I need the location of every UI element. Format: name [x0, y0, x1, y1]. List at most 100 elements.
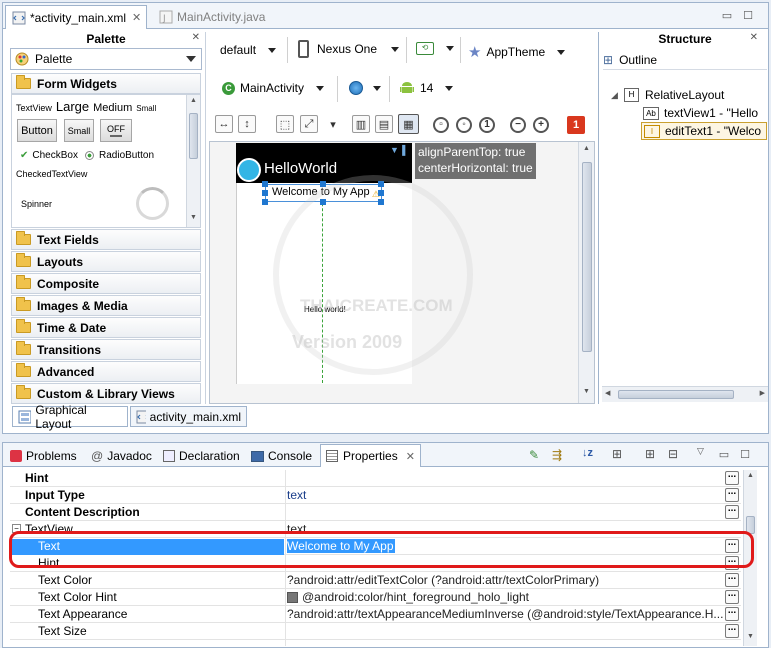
more-button[interactable]: ... [725, 572, 739, 587]
config-dropdown[interactable]: default [220, 43, 277, 57]
widget-checkedtextview[interactable]: CheckedTextView [16, 169, 87, 179]
scroll-right-icon[interactable]: ▶ [760, 389, 765, 397]
view-menu-icon[interactable]: ▽ [697, 446, 704, 457]
margins-icon[interactable]: ⬚ [276, 115, 294, 133]
close-icon[interactable]: ✕ [406, 450, 415, 463]
property-value[interactable]: text [287, 488, 725, 502]
tree-node-edittext1[interactable]: I editText1 - "Welco [641, 122, 767, 140]
widget-small-text[interactable]: Small [136, 104, 156, 113]
sort-icon[interactable]: ↓z [582, 447, 593, 459]
tab-graphical-layout[interactable]: Graphical Layout [12, 403, 128, 431]
scroll-down-icon[interactable]: ▼ [747, 633, 754, 640]
resize-handle[interactable] [262, 190, 268, 196]
scroll-down-icon[interactable]: ▼ [583, 388, 590, 395]
property-row-text-size[interactable]: Text Size ... [10, 623, 741, 640]
tree-node-textview1[interactable]: Ab textView1 - "Hello [643, 106, 758, 120]
layout-preview-icon[interactable]: ▦ [398, 114, 419, 134]
widget-large-text[interactable]: Large [56, 99, 89, 114]
error-count-badge[interactable]: 1 [567, 116, 585, 134]
widget-button[interactable]: Button [17, 119, 57, 142]
property-value[interactable]: ?android:attr/textAppearanceMediumInvers… [287, 607, 725, 621]
maximize-icon[interactable]: ☐ [741, 9, 755, 23]
more-button[interactable]: ... [725, 606, 739, 621]
zoom-fit-icon[interactable]: ◦ [456, 117, 472, 133]
property-value[interactable]: @android:color/hint_foreground_holo_ligh… [287, 590, 725, 604]
scroll-up-icon[interactable]: ▲ [190, 97, 197, 104]
resize-handle[interactable] [262, 181, 268, 187]
fit-height-icon[interactable]: ↕ [238, 115, 256, 133]
layout-horizontal-icon[interactable]: ▥ [352, 115, 370, 133]
property-row-content-description[interactable]: Content Description ... [10, 504, 741, 521]
locale-dropdown[interactable] [349, 81, 381, 95]
scrollbar-thumb[interactable] [189, 113, 198, 159]
scroll-up-icon[interactable]: ▲ [583, 145, 590, 152]
palette-category-transitions[interactable]: Transitions [11, 339, 201, 360]
tab-mainactivity-java[interactable]: J MainActivity.java [153, 5, 273, 29]
property-value[interactable]: ?android:attr/editTextColor (?android:at… [287, 573, 725, 587]
widget-checkbox[interactable]: ✔ CheckBox [20, 150, 78, 161]
property-row-text-color-hint[interactable]: Text Color Hint @android:color/hint_fore… [10, 589, 741, 606]
collapse-all-icon[interactable]: ⊟ [668, 447, 678, 461]
palette-category-form-widgets[interactable]: Form Widgets [11, 73, 201, 94]
property-row-hint[interactable]: Hint ... [10, 470, 741, 487]
more-button[interactable]: ... [725, 623, 739, 638]
scroll-left-icon[interactable]: ◀ [605, 389, 610, 397]
close-icon[interactable]: ✕ [192, 32, 200, 43]
tree-node-relativelayout[interactable]: H RelativeLayout [624, 88, 724, 102]
more-button[interactable]: ... [725, 487, 739, 502]
orientation-dropdown[interactable]: ⟲ [416, 42, 454, 55]
zoom-out-icon[interactable]: − [510, 117, 526, 133]
scroll-up-icon[interactable]: ▲ [747, 472, 754, 479]
filter-icon[interactable]: ⇶ [552, 448, 562, 462]
maximize-icon[interactable]: ☐ [738, 448, 752, 462]
tab-console[interactable]: Console [251, 446, 312, 466]
property-row-text-color[interactable]: Text Color ?android:attr/editTextColor (… [10, 572, 741, 589]
widget-radiobutton[interactable]: RadioButton [85, 150, 154, 161]
show-advanced-icon[interactable]: ⊞ [612, 447, 622, 461]
widget-toggle-button[interactable]: OFF [100, 119, 132, 142]
palette-category-custom-library-views[interactable]: Custom & Library Views [11, 383, 201, 404]
property-row-text-appearance[interactable]: Text Appearance ?android:attr/textAppear… [10, 606, 741, 623]
property-row-input-type[interactable]: Input Type text ... [10, 487, 741, 504]
activity-dropdown[interactable]: C MainActivity [222, 81, 325, 95]
fit-width-icon[interactable]: ↔ [215, 115, 233, 133]
tree-collapse-icon[interactable]: ◢ [611, 90, 618, 101]
tab-javadoc[interactable]: @ Javadoc [91, 446, 152, 466]
tab-activity-main-xml[interactable]: *activity_main.xml ✕ [5, 5, 147, 29]
tab-properties[interactable]: Properties ✕ [320, 444, 421, 467]
scrollbar-thumb[interactable] [618, 390, 734, 399]
pin-icon[interactable]: ✎ [529, 448, 539, 462]
minimize-icon[interactable]: ▭ [717, 448, 731, 462]
minimize-icon[interactable]: ▭ [720, 9, 734, 23]
structure-hscrollbar[interactable]: ◀ ▶ [602, 386, 768, 402]
close-icon[interactable]: ✕ [750, 32, 758, 43]
palette-category-composite[interactable]: Composite [11, 273, 201, 294]
layout-vertical-icon[interactable]: ▤ [375, 115, 393, 133]
device-dropdown[interactable]: Nexus One [298, 40, 400, 58]
scroll-down-icon[interactable]: ▼ [190, 214, 197, 221]
more-button[interactable]: ... [725, 504, 739, 519]
theme-dropdown[interactable]: ★ AppTheme [468, 43, 566, 61]
palette-scrollbar[interactable]: ▲ ▼ [186, 95, 200, 227]
zoom-in-icon[interactable]: + [533, 117, 549, 133]
scrollbar-thumb[interactable] [582, 162, 592, 352]
zoom-actual-icon[interactable]: 1 [479, 117, 495, 133]
close-icon[interactable]: ✕ [132, 11, 141, 24]
resize-handle[interactable] [262, 199, 268, 205]
tab-declaration[interactable]: Declaration [163, 446, 240, 466]
more-button[interactable]: ... [725, 470, 739, 485]
zoom-real-size-icon[interactable]: ▫ [433, 117, 449, 133]
widget-spinner[interactable]: Spinner [21, 199, 52, 209]
api-level-dropdown[interactable]: 14 [399, 80, 454, 96]
widget-small-button[interactable]: Small [64, 119, 94, 142]
outline-tab[interactable]: ⊞ Outline [603, 50, 767, 70]
canvas-scrollbar[interactable]: ▲ ▼ [578, 142, 594, 403]
palette-dropdown[interactable]: Palette [10, 48, 202, 70]
widget-textview[interactable]: TextView [16, 103, 52, 113]
palette-category-text-fields[interactable]: Text Fields [11, 229, 201, 250]
resize-icon[interactable]: ⤢ [300, 115, 318, 133]
more-button[interactable]: ... [725, 589, 739, 604]
palette-category-time-date[interactable]: Time & Date [11, 317, 201, 338]
tab-problems[interactable]: Problems [10, 446, 77, 466]
widget-medium-text[interactable]: Medium [93, 102, 132, 114]
